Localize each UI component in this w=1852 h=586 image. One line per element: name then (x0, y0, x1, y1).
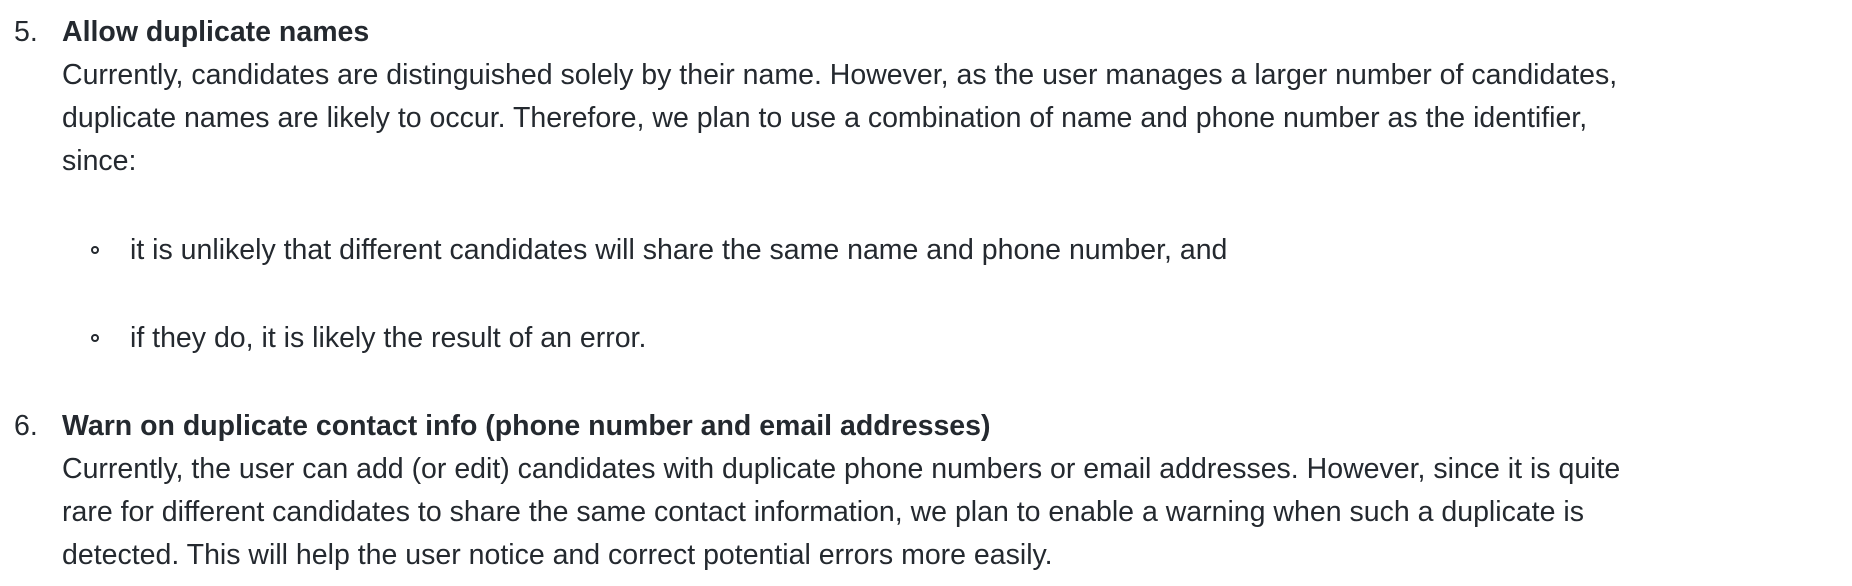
bullet-text: if they do, it is likely the result of a… (130, 322, 647, 354)
bullet-circle-icon (91, 334, 99, 342)
paragraph-line: duplicate names are likely to occur. The… (62, 102, 1588, 134)
list-item-title: Allow duplicate names (62, 16, 370, 48)
paragraph-line: detected. This will help the user notice… (62, 539, 1053, 571)
bullet-item: if they do, it is likely the result of a… (0, 317, 1852, 360)
paragraph-line: since: (62, 145, 137, 177)
document: 5. Allow duplicate names Currently, cand… (0, 0, 1852, 586)
bullet-text: it is unlikely that different candidates… (130, 234, 1228, 266)
bullet-item: it is unlikely that different candidates… (0, 229, 1852, 272)
list-item-title: Warn on duplicate contact info (phone nu… (62, 410, 991, 442)
list-item-number: 5. (14, 16, 38, 48)
paragraph-line: Currently, candidates are distinguished … (62, 59, 1618, 91)
bullet-circle-icon (91, 246, 99, 254)
paragraph-line: Currently, the user can add (or edit) ca… (62, 453, 1621, 485)
list-item-6: 6. Warn on duplicate contact info (phone… (0, 405, 1852, 580)
paragraph-line: rare for different candidates to share t… (62, 496, 1584, 528)
list-item-number: 6. (14, 410, 38, 442)
